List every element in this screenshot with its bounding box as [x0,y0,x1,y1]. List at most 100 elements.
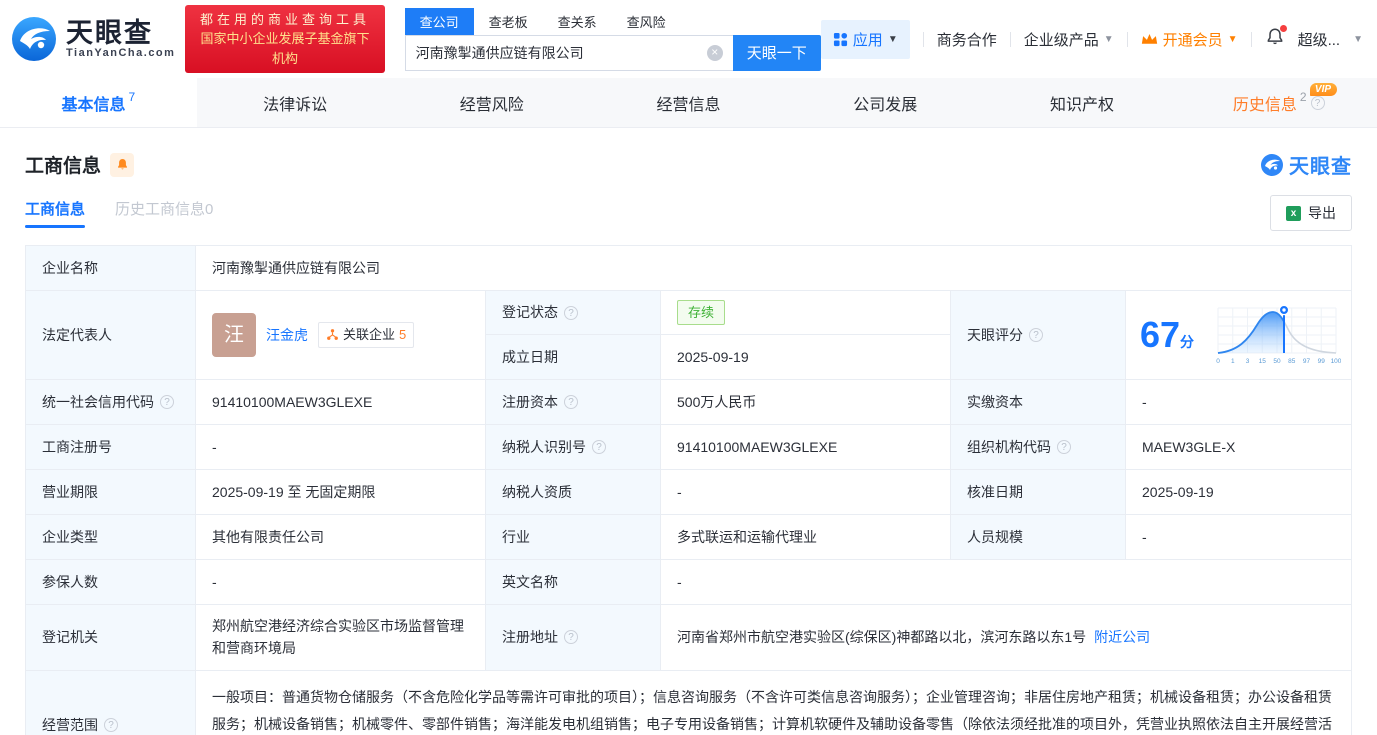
label-text: 登记状态 [502,304,558,321]
help-icon[interactable] [564,305,578,320]
registered-address-value: 河南省郑州市航空港实验区(综保区)神都路以北，滨河东路以东1号 [677,629,1087,646]
table-row: 营业期限 2025-09-19 至 无固定期限 纳税人资质 - 核准日期 202… [26,470,1351,515]
help-icon[interactable] [1057,440,1071,454]
tab-basic-info[interactable]: 基本信息 7 [0,78,197,127]
field-label: 注册资本 [486,380,661,424]
tab-label: 历史信息 [1232,96,1297,114]
org-code-value: MAEW3GLE-X [1142,438,1236,455]
top-header: 天眼查 TianYanCha.com 都在用的商业查询工具 国家中小企业发展子基… [0,0,1377,78]
user-account-label: 超级... [1297,31,1341,49]
registration-authority-value: 郑州航空港经济综合实验区市场监督管理和营商环境局 [196,605,486,670]
approved-date-value: 2025-09-19 [1142,483,1214,500]
crown-icon [1141,33,1157,44]
help-icon[interactable] [1310,95,1325,110]
help-icon[interactable] [1029,328,1043,342]
enterprise-products-menu[interactable]: 企业级产品 ▼ [1024,29,1114,50]
tianyancha-logo[interactable]: 天眼查 TianYanCha.com [10,15,175,63]
field-label: 实缴资本 [951,380,1126,424]
registered-address-cell: 河南省郑州市航空港实验区(综保区)神都路以北，滨河东路以东1号 附近公司 [661,605,1351,670]
search-box: × 天眼一下 [404,34,821,71]
brand-name: 天眼查 [66,17,153,48]
business-scope-value: 一般项目：普通货物仓储服务（不含危险化学品等需许可审批的项目）；信息咨询服务（不… [212,688,1332,733]
field-label: 行业 [486,515,661,559]
excel-icon: x [1286,205,1301,221]
tab-count: 2 [1299,89,1307,104]
established-date-value: 2025-09-19 [661,335,951,379]
field-label: 人员规模 [951,515,1126,559]
search-button[interactable]: 天眼一下 [732,34,821,71]
open-vip-menu[interactable]: 开通会员 ▼ [1141,29,1238,50]
banner-line2: 国家中小企业发展子基金旗下机构 [200,31,370,66]
help-icon[interactable] [160,395,174,409]
search-tab-relation[interactable]: 查关系 [543,8,612,35]
search-tab-risk[interactable]: 查风险 [612,8,681,35]
tab-operation-risk[interactable]: 经营风险 [393,78,590,127]
tab-label: 法律诉讼 [263,96,328,114]
search-tab-company[interactable]: 查公司 [404,7,474,35]
apps-menu[interactable]: 应用 ▼ [820,19,910,59]
table-row: 企业类型 其他有限责任公司 行业 多式联运和运输代理业 人员规模 - [26,515,1351,560]
score-distribution-chart: 0 1 3 15 50 85 97 99 100 [1216,304,1341,365]
help-icon[interactable] [564,395,578,409]
industry-value: 多式联运和运输代理业 [661,515,951,559]
business-cooperation-link[interactable]: 商务合作 [937,29,997,50]
tab-label: 知识产权 [1049,96,1114,114]
chevron-down-icon: ▼ [887,33,898,45]
header-right-nav: 应用 ▼ 商务合作 企业级产品 ▼ 开通会员 ▼ 超级... ▼ [820,19,1363,59]
apps-grid-icon [833,32,847,46]
svg-text:99: 99 [1318,358,1326,365]
tab-history-info[interactable]: VIP 历史信息 2 [1180,78,1377,127]
export-button[interactable]: x 导出 [1270,195,1352,231]
bell-icon [117,159,127,170]
subscribe-bell-button[interactable] [110,152,135,177]
nearby-companies-link[interactable]: 附近公司 [1094,626,1150,648]
field-label: 成立日期 [486,335,661,379]
divider [922,31,924,47]
taxpayer-quality-value: - [661,470,951,514]
divider [1250,31,1252,47]
company-name-value: 河南豫掣通供应链有限公司 [212,259,380,276]
search-input[interactable] [415,44,707,61]
score-number: 67 [1140,313,1181,355]
main-content: 工商信息 天眼查 工商信息 历史工商信息0 x 导出 企业名称 河南豫掣通供应链… [0,150,1377,735]
subtab-history-business-info[interactable]: 历史工商信息0 [115,198,213,228]
tab-legal-litigation[interactable]: 法律诉讼 [197,78,394,127]
field-label: 营业期限 [26,470,196,514]
svg-text:15: 15 [1259,358,1267,365]
tianyan-score-cell: 67分 0 1 3 15 50 85 97 99 100 [1126,291,1351,379]
clear-icon[interactable]: × [706,44,723,61]
open-vip-label: 开通会员 [1162,31,1223,49]
chevron-down-icon[interactable]: ▼ [1353,34,1363,45]
subtab-business-info[interactable]: 工商信息 [25,198,86,228]
svg-text:100: 100 [1331,358,1341,365]
chevron-down-icon: ▼ [1103,33,1114,45]
field-label: 英文名称 [486,560,661,604]
table-row: 参保人数 - 英文名称 - [26,560,1351,605]
tab-count: 7 [128,89,136,104]
field-label: 统一社会信用代码 [26,380,196,424]
tab-company-development[interactable]: 公司发展 [787,78,984,127]
field-label: 天眼评分 [951,291,1126,379]
status-badge: 存续 [677,299,726,326]
company-nav-tabs: 基本信息 7 法律诉讼 经营风险 经营信息 公司发展 知识产权 VIP 历史信息 2 [0,78,1377,128]
help-icon[interactable] [564,630,578,645]
section-title: 工商信息 [25,156,102,177]
user-account-menu[interactable]: 超级... [1298,29,1341,50]
search-area: 查公司 查老板 查关系 查风险 × 天眼一下 [404,7,821,71]
tianyancha-logo-icon [12,17,56,61]
avatar[interactable]: 汪 [212,313,256,357]
notification-bell[interactable] [1265,25,1287,51]
help-icon[interactable] [592,440,606,454]
tianyancha-watermark: 天眼查 [1260,150,1352,179]
tab-intellectual-property[interactable]: 知识产权 [984,78,1181,127]
field-label: 纳税人识别号 [486,425,661,469]
registered-capital-value: 500万人民币 [661,380,951,424]
legal-person-link[interactable]: 汪金虎 [266,324,308,346]
score-unit: 分 [1180,333,1195,350]
label-text: 组织机构代码 [967,438,1051,455]
table-row: 统一社会信用代码 91410100MAEW3GLEXE 注册资本 500万人民币… [26,380,1351,425]
help-icon[interactable] [104,717,118,732]
search-tab-boss[interactable]: 查老板 [474,8,543,35]
related-companies-badge[interactable]: 关联企业 5 [318,321,415,349]
tab-operation-info[interactable]: 经营信息 [590,78,787,127]
